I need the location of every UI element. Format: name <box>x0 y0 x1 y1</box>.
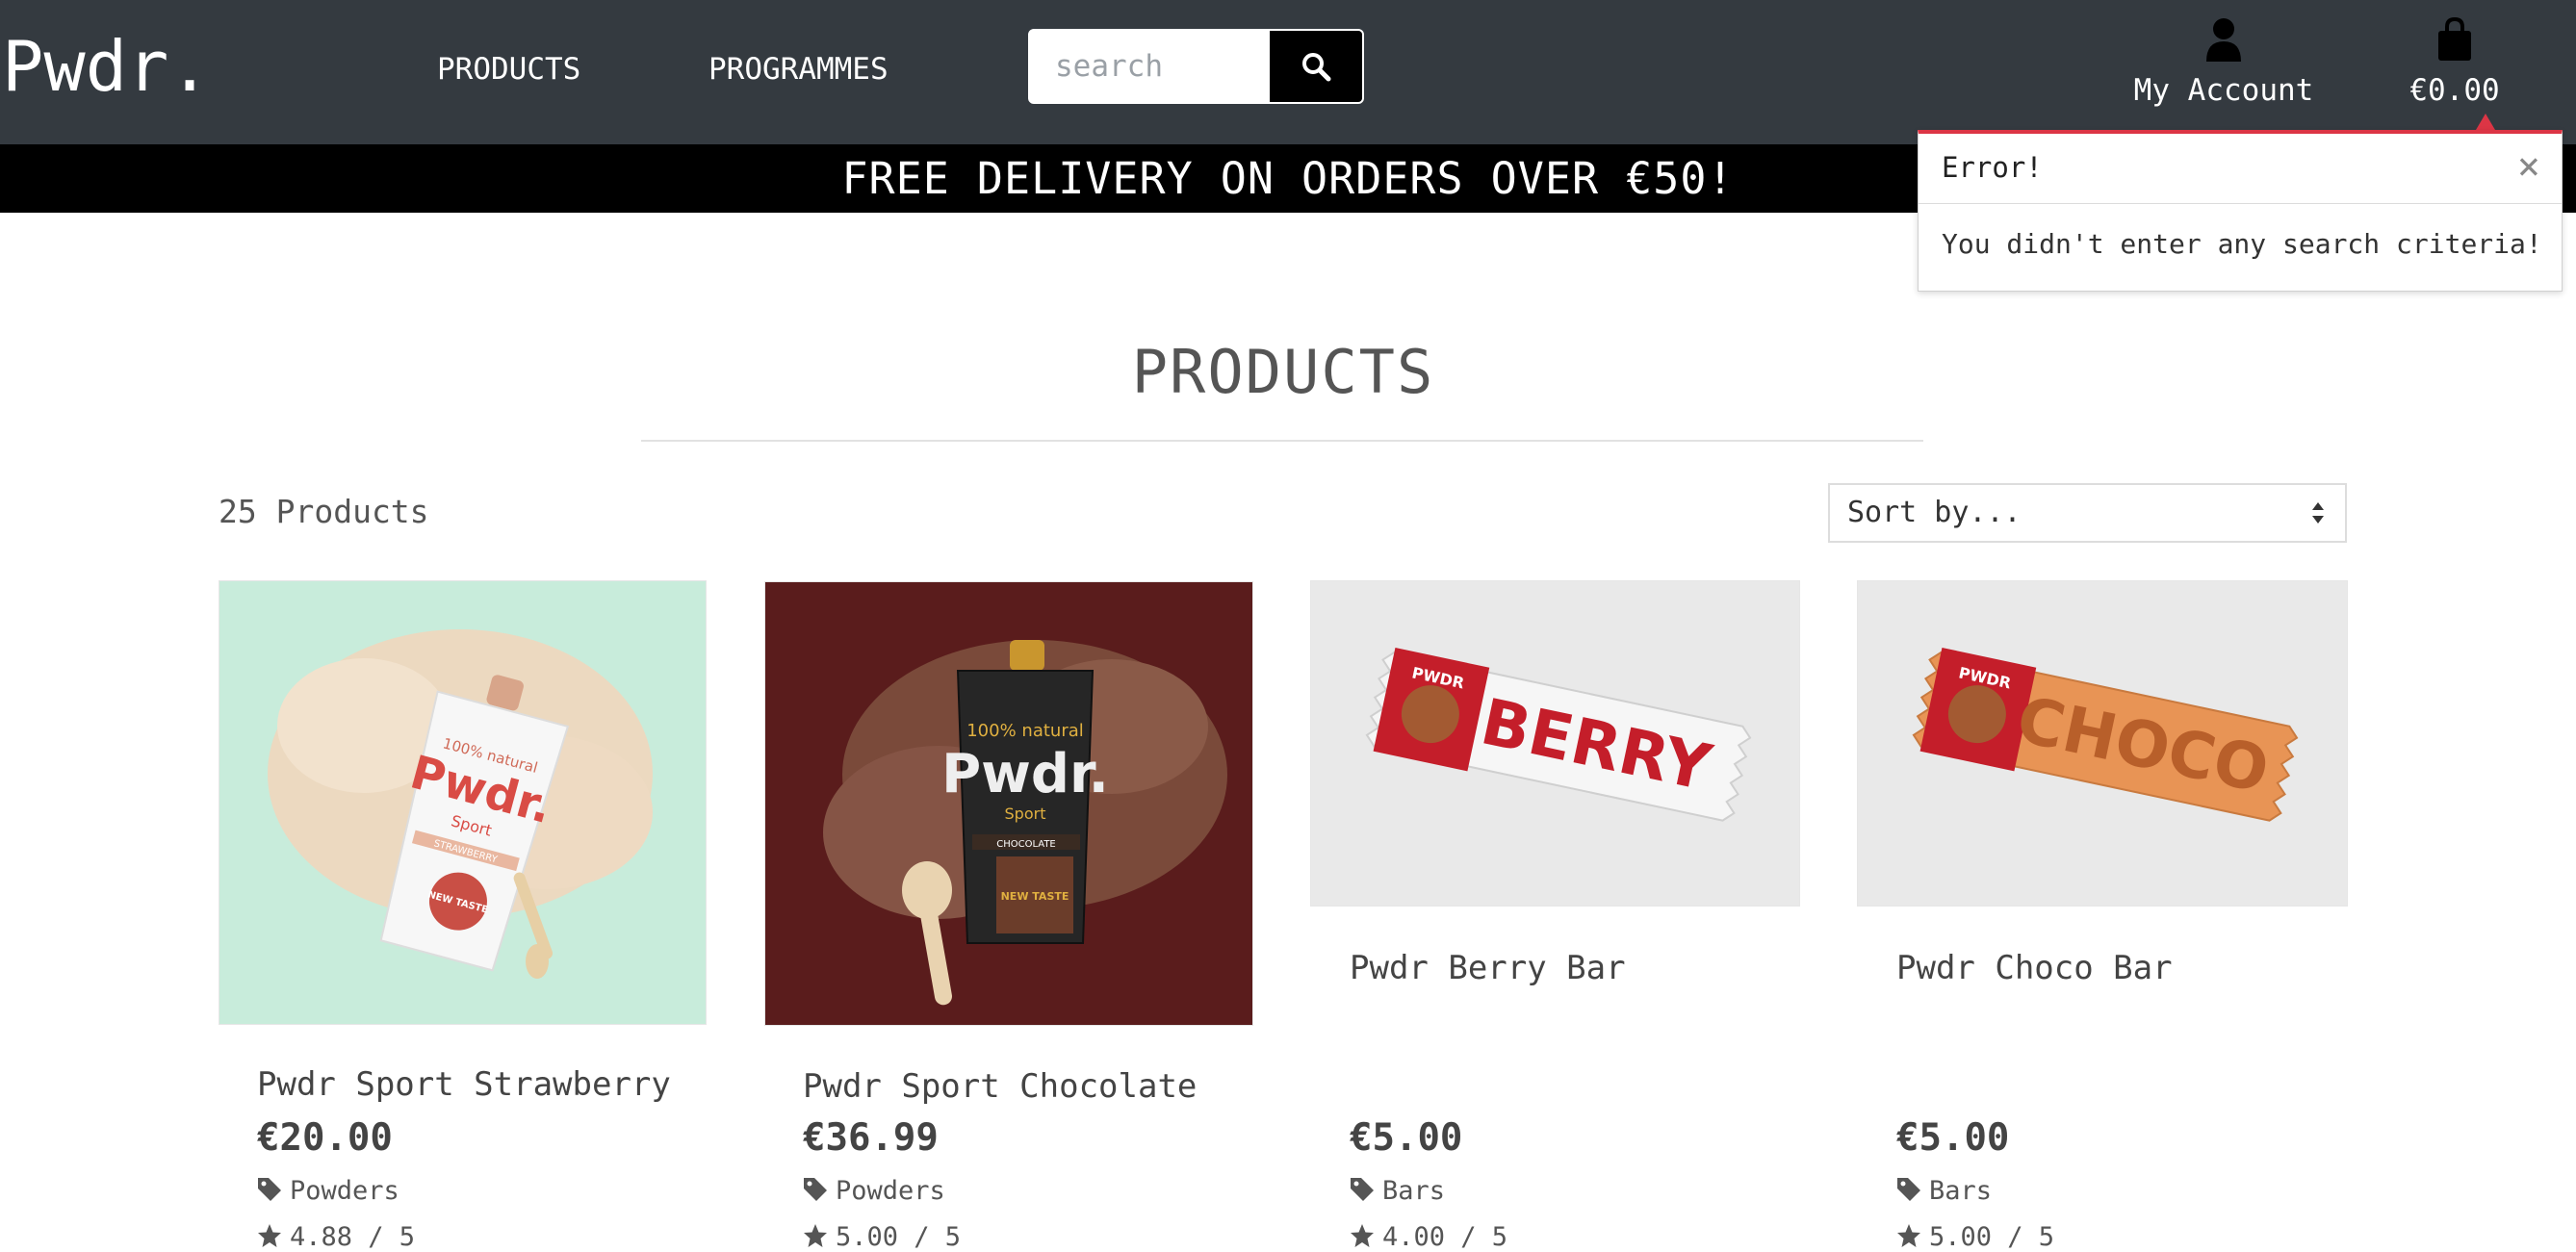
search-input[interactable] <box>1030 31 1271 102</box>
product-category-label: Bars <box>1929 1176 1993 1206</box>
star-icon <box>258 1224 281 1247</box>
toast-message: You didn't enter any search criteria! <box>1942 228 2542 260</box>
site-logo[interactable]: Pwdr. <box>2 23 211 110</box>
toast-arrow <box>2476 114 2495 130</box>
user-icon <box>2206 18 2241 62</box>
nav-link-products[interactable]: PRODUCTS <box>437 48 580 90</box>
tag-icon <box>804 1178 827 1201</box>
search-form <box>1028 29 1364 104</box>
nav-link-programmes[interactable]: PROGRAMMES <box>708 48 889 90</box>
product-price: €20.00 <box>257 1116 393 1160</box>
choco-bar-illustration: PWDR CHOCO <box>1912 647 2299 822</box>
sort-select[interactable]: Sort by... <box>1828 483 2347 543</box>
star-icon <box>1351 1224 1374 1247</box>
error-toast: Error! × You didn't enter any search cri… <box>1918 130 2563 292</box>
product-name[interactable]: Pwdr Sport Strawberry <box>257 1065 671 1104</box>
sort-select-value: Sort by... <box>1847 496 2022 529</box>
svg-text:CHOCOLATE: CHOCOLATE <box>996 839 1056 850</box>
tag-icon <box>1351 1178 1374 1201</box>
product-price: €5.00 <box>1350 1116 1463 1160</box>
product-name[interactable]: Pwdr Berry Bar <box>1350 949 1626 987</box>
search-icon <box>1302 53 1331 82</box>
product-price: €5.00 <box>1896 1116 2010 1160</box>
page-title: PRODUCTS <box>1131 337 1435 407</box>
my-account-link[interactable]: My Account <box>2123 17 2325 110</box>
berry-bar-illustration: PWDR BERRY <box>1365 647 1752 822</box>
tag-icon <box>1897 1178 1920 1201</box>
my-account-label: My Account <box>2133 73 2314 108</box>
product-count: 25 Products <box>219 493 429 530</box>
toast-close-button[interactable]: × <box>2517 143 2540 190</box>
toast-header: Error! × <box>1919 134 2562 204</box>
svg-text:Pwdr.: Pwdr. <box>941 743 1109 805</box>
product-category-label: Powders <box>836 1176 945 1206</box>
star-icon <box>804 1224 827 1247</box>
product-category-label: Bars <box>1382 1176 1446 1206</box>
star-icon <box>1897 1224 1920 1247</box>
shopping-bag-icon <box>2438 16 2471 61</box>
product-category[interactable]: Bars <box>1350 1176 1445 1206</box>
product-price: €36.99 <box>803 1116 939 1160</box>
top-navbar: Pwdr. PRODUCTS PROGRAMMES My Account €0.… <box>0 0 2576 144</box>
bag-total: €0.00 <box>2409 73 2500 108</box>
product-category[interactable]: Powders <box>257 1176 399 1206</box>
product-category[interactable]: Bars <box>1896 1176 1992 1206</box>
strawberry-pouch-illustration: 100% natural Pwdr. Sport STRAWBERRY NEW … <box>268 629 653 979</box>
product-category-label: Powders <box>290 1176 399 1206</box>
tag-icon <box>258 1178 281 1201</box>
search-button[interactable] <box>1270 31 1362 102</box>
product-image[interactable]: 100% natural Pwdr. Sport CHOCOLATE NEW T… <box>764 581 1253 1026</box>
svg-text:NEW TASTE: NEW TASTE <box>1001 890 1069 903</box>
product-image[interactable]: PWDR BERRY <box>1310 580 1800 907</box>
title-divider <box>641 440 1923 442</box>
product-name[interactable]: Pwdr Sport Chocolate <box>803 1067 1197 1106</box>
product-image[interactable]: 100% natural Pwdr. Sport STRAWBERRY NEW … <box>219 580 707 1025</box>
product-image[interactable]: PWDR CHOCO <box>1857 580 2348 907</box>
svg-text:100% natural: 100% natural <box>966 721 1084 741</box>
shopping-bag-link[interactable]: €0.00 <box>2397 16 2512 110</box>
svg-text:Sport: Sport <box>1005 805 1046 823</box>
chocolate-pouch-illustration: 100% natural Pwdr. Sport CHOCOLATE NEW T… <box>823 640 1227 1006</box>
product-name[interactable]: Pwdr Choco Bar <box>1896 949 2173 987</box>
product-category[interactable]: Powders <box>803 1176 945 1206</box>
select-arrows-icon <box>2312 502 2324 524</box>
toast-title: Error! <box>1942 151 2043 184</box>
